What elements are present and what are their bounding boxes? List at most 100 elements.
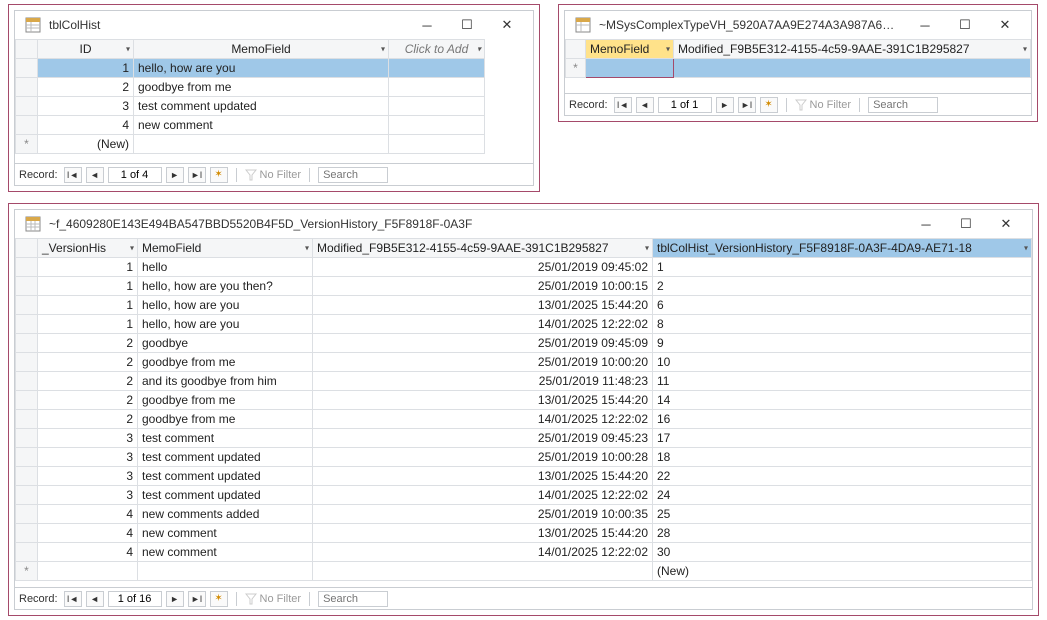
row-selector[interactable] (16, 296, 38, 315)
nav-position-input[interactable] (108, 167, 162, 183)
row-selector-header[interactable] (16, 40, 38, 59)
nav-next-button[interactable]: ► (166, 591, 184, 607)
minimize-button[interactable]: ─ (905, 13, 945, 37)
cell-version[interactable]: 2 (38, 410, 138, 429)
cell-version[interactable]: 3 (38, 429, 138, 448)
table-row[interactable]: 1 hello 25/01/2019 09:45:02 1 (16, 258, 1032, 277)
column-header[interactable]: MemoField▾ (134, 40, 389, 59)
cell-memo[interactable]: hello, how are you (134, 59, 389, 78)
row-selector-header[interactable] (16, 239, 38, 258)
cell-id[interactable]: 2 (38, 78, 134, 97)
cell-id[interactable]: 1 (38, 59, 134, 78)
row-selector[interactable] (16, 258, 38, 277)
row-selector[interactable] (16, 78, 38, 97)
cell-id[interactable]: 1 (653, 258, 1032, 277)
nav-next-button[interactable]: ► (166, 167, 184, 183)
dropdown-icon[interactable]: ▾ (130, 244, 134, 253)
row-selector[interactable] (16, 391, 38, 410)
column-header[interactable]: _VersionHis▾ (38, 239, 138, 258)
cell-id[interactable]: 2 (653, 277, 1032, 296)
table-row[interactable]: 3 test comment 25/01/2019 09:45:23 17 (16, 429, 1032, 448)
nav-new-button[interactable]: ✶ (210, 167, 228, 183)
row-selector[interactable] (16, 448, 38, 467)
search-input[interactable] (318, 167, 388, 183)
cell-modified[interactable]: 13/01/2025 15:44:20 (313, 391, 653, 410)
close-button[interactable]: ✕ (986, 212, 1026, 236)
cell-version[interactable]: 1 (38, 277, 138, 296)
nav-prev-button[interactable]: ◄ (86, 167, 104, 183)
cell-memo[interactable]: hello (138, 258, 313, 277)
column-header[interactable]: ID▾ (38, 40, 134, 59)
column-header[interactable]: MemoField▾ (138, 239, 313, 258)
row-selector[interactable] (16, 315, 38, 334)
table-row[interactable]: 2 goodbye from me 14/01/2025 12:22:02 16 (16, 410, 1032, 429)
column-header[interactable]: MemoField▾ (586, 40, 674, 59)
cell-memo[interactable]: test comment updated (138, 448, 313, 467)
cell-memo[interactable]: hello, how are you (138, 296, 313, 315)
row-selector[interactable] (16, 505, 38, 524)
column-header[interactable]: Click to Add▾ (389, 40, 485, 59)
maximize-button[interactable]: ☐ (945, 13, 985, 37)
cell-id[interactable]: 30 (653, 543, 1032, 562)
cell-empty[interactable] (389, 97, 485, 116)
table-row[interactable]: 4 new comments added 25/01/2019 10:00:35… (16, 505, 1032, 524)
search-input[interactable] (318, 591, 388, 607)
cell-memo[interactable] (134, 135, 389, 154)
cell-id[interactable]: 4 (38, 116, 134, 135)
nav-first-button[interactable]: I◄ (64, 167, 82, 183)
cell-id[interactable]: 25 (653, 505, 1032, 524)
table-row[interactable]: 1 hello, how are you 13/01/2025 15:44:20… (16, 296, 1032, 315)
cell-memo[interactable] (586, 59, 674, 78)
cell-id[interactable]: 14 (653, 391, 1032, 410)
cell-modified[interactable]: 25/01/2019 10:00:15 (313, 277, 653, 296)
cell-id[interactable]: 28 (653, 524, 1032, 543)
cell-id[interactable]: (New) (653, 562, 1032, 581)
column-header[interactable]: tblColHist_VersionHistory_F5F8918F-0A3F-… (653, 239, 1032, 258)
cell-modified[interactable]: 14/01/2025 12:22:02 (313, 410, 653, 429)
nav-position-input[interactable] (658, 97, 712, 113)
new-row[interactable]: * (New) (16, 135, 533, 154)
table-row[interactable]: 4 new comment (16, 116, 533, 135)
cell-version[interactable]: 1 (38, 315, 138, 334)
table-row[interactable]: 2 and its goodbye from him 25/01/2019 11… (16, 372, 1032, 391)
cell-id[interactable]: 8 (653, 315, 1032, 334)
cell-memo[interactable]: and its goodbye from him (138, 372, 313, 391)
row-selector[interactable] (16, 543, 38, 562)
cell-memo[interactable]: goodbye from me (138, 391, 313, 410)
table-row[interactable]: 2 goodbye 25/01/2019 09:45:09 9 (16, 334, 1032, 353)
cell-id[interactable]: 17 (653, 429, 1032, 448)
cell-memo[interactable]: test comment (138, 429, 313, 448)
cell-id[interactable]: 9 (653, 334, 1032, 353)
cell-empty[interactable] (389, 135, 485, 154)
nav-new-button[interactable]: ✶ (210, 591, 228, 607)
cell-version[interactable]: 1 (38, 258, 138, 277)
table-row[interactable]: 1 hello, how are you (16, 59, 533, 78)
table-row[interactable]: 2 goodbye from me 13/01/2025 15:44:20 14 (16, 391, 1032, 410)
table-row[interactable]: 3 test comment updated 25/01/2019 10:00:… (16, 448, 1032, 467)
cell-modified[interactable]: 25/01/2019 10:00:20 (313, 353, 653, 372)
cell-version[interactable]: 4 (38, 543, 138, 562)
table-row[interactable]: 3 test comment updated (16, 97, 533, 116)
cell-modified[interactable]: 25/01/2019 10:00:35 (313, 505, 653, 524)
cell-memo[interactable]: new comment (134, 116, 389, 135)
cell-memo[interactable]: goodbye (138, 334, 313, 353)
cell-modified[interactable]: 13/01/2025 15:44:20 (313, 296, 653, 315)
table-row[interactable]: 4 new comment 13/01/2025 15:44:20 28 (16, 524, 1032, 543)
cell-version[interactable]: 3 (38, 448, 138, 467)
row-selector[interactable] (16, 372, 38, 391)
dropdown-icon[interactable]: ▾ (645, 244, 649, 253)
row-selector[interactable] (16, 97, 38, 116)
nav-new-button[interactable]: ✶ (760, 97, 778, 113)
minimize-button[interactable]: ─ (407, 13, 447, 37)
nav-next-button[interactable]: ► (716, 97, 734, 113)
cell-memo[interactable]: test comment updated (134, 97, 389, 116)
cell-empty[interactable] (389, 116, 485, 135)
grid-scroll[interactable]: ID▾MemoField▾Click to Add▾ 1 hello, how … (15, 39, 533, 163)
row-selector[interactable] (16, 410, 38, 429)
cell-modified[interactable]: 14/01/2025 12:22:02 (313, 486, 653, 505)
cell-memo[interactable]: goodbye from me (134, 78, 389, 97)
cell-version[interactable]: 3 (38, 486, 138, 505)
cell-modified[interactable]: 25/01/2019 09:45:09 (313, 334, 653, 353)
cell-modified[interactable]: 25/01/2019 09:45:23 (313, 429, 653, 448)
cell-version[interactable]: 4 (38, 524, 138, 543)
